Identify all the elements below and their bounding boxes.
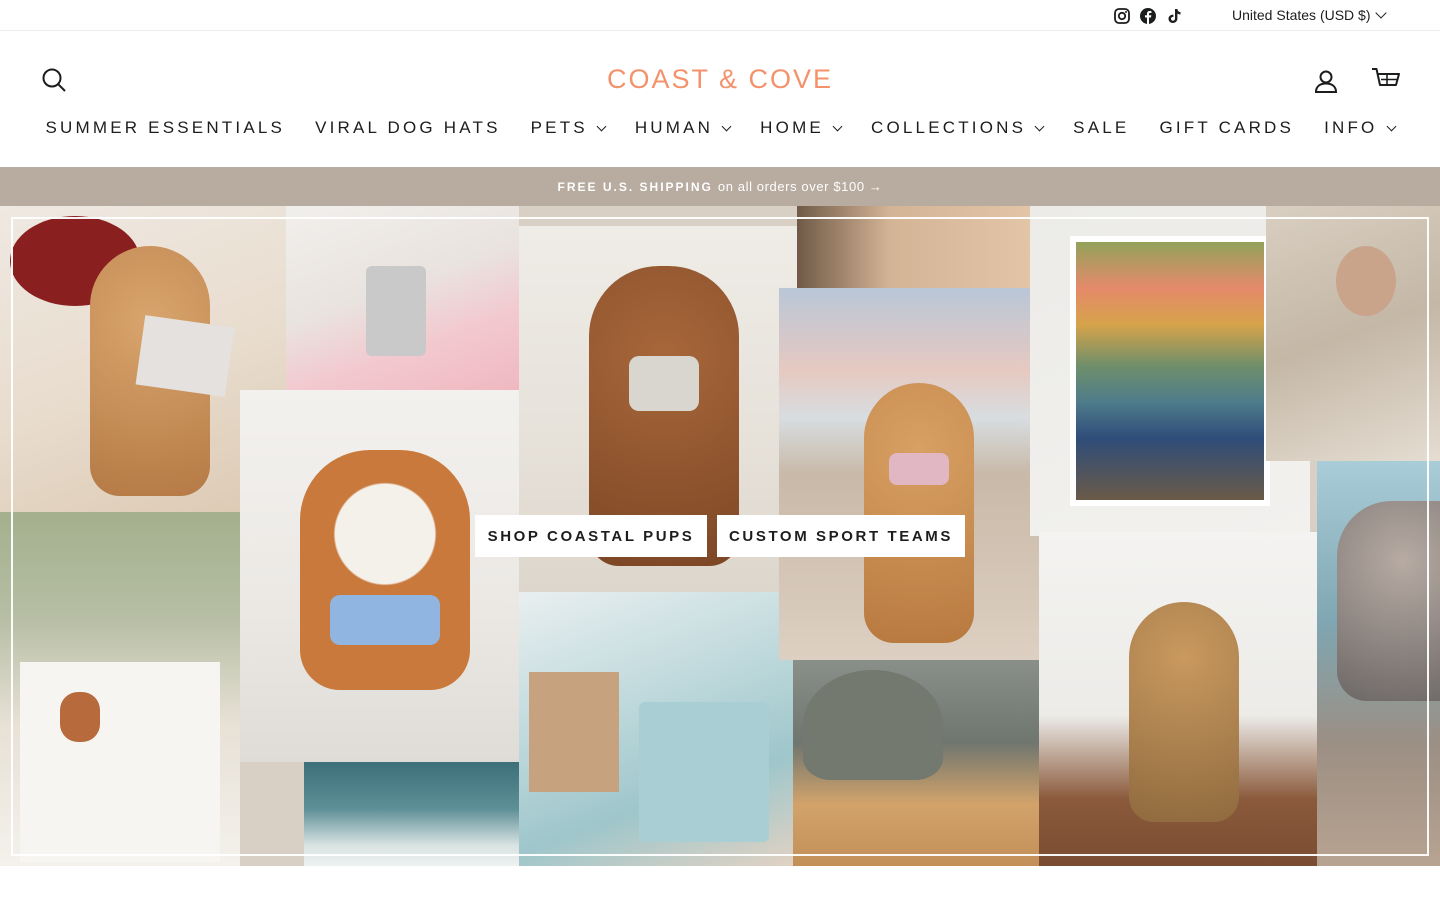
facebook-icon[interactable] (1139, 7, 1157, 25)
announcement-bold: FREE U.S. SHIPPING (557, 179, 713, 194)
photo-packaging-daisies (519, 592, 793, 866)
utility-bar: United States (USD $) (0, 0, 1440, 31)
photo-aussie-cap (1317, 461, 1440, 866)
nav-label: HUMAN (634, 118, 714, 137)
nav-label: INFO (1324, 118, 1378, 137)
photo-corgi-bowtie (240, 390, 519, 762)
site-logo[interactable]: COAST & COVE (0, 64, 1440, 95)
nav-item-sale[interactable]: SALE (1073, 118, 1129, 138)
account-icon (1314, 70, 1338, 93)
instagram-icon[interactable] (1113, 7, 1131, 25)
account-button[interactable] (1311, 66, 1341, 96)
nav-label: VIRAL DOG HATS (315, 118, 501, 137)
nav-item-viral-dog-hats[interactable]: VIRAL DOG HATS (315, 118, 501, 138)
nav-item-summer-essentials[interactable]: SUMMER ESSENTIALS (46, 118, 286, 138)
photo-dog-mom-hat (793, 660, 1039, 866)
nav-label: SUMMER ESSENTIALS (45, 118, 286, 137)
nav-label: SALE (1073, 118, 1130, 137)
nav-label: HOME (760, 118, 824, 137)
photo-market-booth (0, 512, 240, 866)
photo-sewing-machine (286, 206, 519, 390)
photo-ocean-waves (304, 762, 519, 866)
nav-item-human[interactable]: HUMAN (634, 118, 732, 138)
currency-selector[interactable]: United States (USD $) (1232, 7, 1387, 23)
chevron-down-icon (1034, 121, 1045, 131)
announcement-bar[interactable]: FREE U.S. SHIPPING on all orders over $1… (0, 167, 1440, 206)
chevron-down-icon (721, 121, 732, 131)
currency-label: United States (USD $) (1232, 7, 1371, 23)
photo-blurred-top (797, 206, 1030, 288)
site-header: COAST & COVE SUMMER ESSENTIALS VIRAL DOG… (0, 31, 1440, 167)
nav-item-collections[interactable]: COLLECTIONS (870, 118, 1045, 138)
custom-sport-teams-button[interactable]: CUSTOM SPORT TEAMS (717, 515, 965, 557)
tiktok-icon[interactable] (1165, 7, 1183, 25)
photo-yorkie-bandana (1039, 532, 1317, 866)
cart-button[interactable] (1371, 65, 1401, 95)
chevron-down-icon (1374, 7, 1387, 19)
nav-label: COLLECTIONS (870, 118, 1027, 137)
nav-item-pets[interactable]: PETS (530, 118, 607, 138)
nav-item-home[interactable]: HOME (760, 118, 843, 138)
hero-banner: SHOP COASTAL PUPS CUSTOM SPORT TEAMS (0, 206, 1440, 866)
announcement-text: on all orders over $100 → (717, 179, 883, 194)
photo-golden-beach (779, 288, 1058, 660)
nav-item-info[interactable]: INFO (1324, 118, 1396, 138)
shop-coastal-pups-button[interactable]: SHOP COASTAL PUPS (475, 515, 707, 557)
social-links (1113, 7, 1183, 25)
nav-item-gift-cards[interactable]: GIFT CARDS (1159, 118, 1294, 138)
nav-label: GIFT CARDS (1159, 118, 1295, 137)
main-nav: SUMMER ESSENTIALS VIRAL DOG HATS PETS HU… (0, 118, 1440, 138)
cart-icon (1372, 68, 1400, 86)
chevron-down-icon (596, 121, 607, 131)
nav-label: PETS (530, 118, 588, 137)
chevron-down-icon (832, 121, 843, 131)
photo-will-work-for-treats-tag (1266, 206, 1440, 461)
chevron-down-icon (1386, 121, 1396, 131)
